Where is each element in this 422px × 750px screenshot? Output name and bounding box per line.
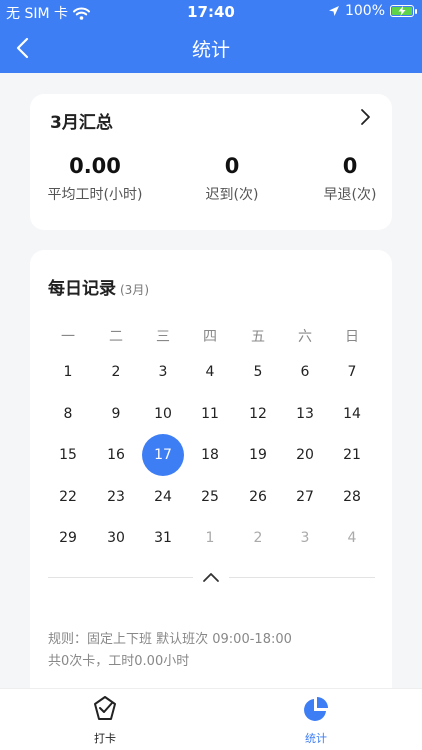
calendar-day[interactable]: 8: [47, 393, 89, 435]
weekday-label: 日: [345, 329, 359, 345]
chevron-right-icon[interactable]: [356, 108, 374, 126]
divider: [229, 577, 375, 578]
weekday-label: 一: [61, 329, 75, 345]
stat-label: 早退(次): [323, 187, 377, 203]
divider: [48, 577, 193, 578]
calendar-day[interactable]: 23: [95, 476, 137, 518]
battery-percent: 100%: [344, 3, 385, 19]
calendar-day[interactable]: 7: [331, 351, 373, 393]
pie-chart-icon: [304, 697, 328, 721]
calendar-day[interactable]: 14: [331, 393, 373, 435]
calendar-day[interactable]: 26: [237, 476, 279, 518]
stat-label: 平均工时(小时): [47, 187, 143, 203]
punch-summary-text: 共0次卡，工时0.00小时: [48, 654, 190, 669]
monthly-summary-card: 3月汇总 0.00 平均工时(小时) 0 迟到(次) 0 早退(次): [30, 94, 392, 230]
calendar-day[interactable]: 5: [237, 351, 279, 393]
calendar-day[interactable]: 19: [237, 434, 279, 476]
calendar-day[interactable]: 30: [95, 517, 137, 559]
calendar-day[interactable]: 31: [142, 517, 184, 559]
stat-value: 0.00: [69, 154, 121, 178]
calendar-day[interactable]: 11: [189, 393, 231, 435]
location-arrow-icon: [328, 6, 339, 16]
summary-title: 3月汇总: [50, 113, 113, 133]
page-title: 统计: [191, 39, 230, 61]
daily-title-text: 每日记录: [48, 279, 116, 299]
calendar-day[interactable]: 20: [284, 434, 326, 476]
calendar-day[interactable]: 4: [189, 351, 231, 393]
calendar-day[interactable]: 12: [237, 393, 279, 435]
calendar-day[interactable]: 21: [331, 434, 373, 476]
calendar-day[interactable]: 28: [331, 476, 373, 518]
weekday-label: 二: [109, 329, 123, 345]
status-bar: 无 SIM 卡 17:40 100%: [0, 0, 422, 24]
calendar-day[interactable]: 18: [189, 434, 231, 476]
daily-title: 每日记录 (3月): [48, 274, 149, 299]
calendar-day[interactable]: 16: [95, 434, 137, 476]
calendar-day[interactable]: 27: [284, 476, 326, 518]
tab-punch[interactable]: 打卡: [55, 695, 155, 746]
status-right: 100%: [328, 3, 417, 19]
calendar-day[interactable]: 6: [284, 351, 326, 393]
calendar-day-next-month[interactable]: 2: [237, 517, 279, 559]
calendar-day[interactable]: 22: [47, 476, 89, 518]
daily-record-card: 每日记录 (3月) 一二三四五六日 1 2 3 4 5 6 7 8 9 10 11 12 13 14 15 16 1…: [30, 250, 392, 710]
tab-label: 打卡: [94, 732, 116, 745]
weekday-label: 五: [251, 329, 265, 345]
weekday-label: 六: [298, 329, 312, 345]
calendar-day[interactable]: 10: [142, 393, 184, 435]
battery-icon: [390, 5, 417, 17]
calendar-day[interactable]: 9: [95, 393, 137, 435]
calendar-day-next-month[interactable]: 4: [331, 517, 373, 559]
stat-label: 迟到(次): [205, 187, 259, 203]
tab-label: 统计: [305, 732, 327, 745]
weekday-label: 三: [156, 329, 170, 345]
stat-value: 0: [224, 154, 240, 178]
weekday-label: 四: [203, 329, 217, 345]
calendar-day[interactable]: 29: [47, 517, 89, 559]
calendar-day-next-month[interactable]: 1: [189, 517, 231, 559]
chevron-up-icon[interactable]: [201, 569, 221, 585]
calendar-day[interactable]: 24: [142, 476, 184, 518]
stat-late: 0 迟到(次): [172, 154, 292, 204]
calendar-day[interactable]: 13: [284, 393, 326, 435]
check-shield-icon: [94, 696, 116, 720]
calendar-day[interactable]: 15: [47, 434, 89, 476]
top-header: 无 SIM 卡 17:40 100% 统计: [0, 0, 422, 73]
calendar-day[interactable]: 25: [189, 476, 231, 518]
stat-value: 0: [342, 154, 358, 178]
calendar-day[interactable]: 2: [95, 351, 137, 393]
tab-statistics[interactable]: 统计: [266, 695, 366, 746]
stat-early-leave: 0 早退(次): [290, 154, 410, 204]
calendar-day[interactable]: 3: [142, 351, 184, 393]
calendar-day-next-month[interactable]: 3: [284, 517, 326, 559]
stat-avg-hours: 0.00 平均工时(小时): [35, 154, 155, 204]
bottom-tab-bar: 打卡 统计: [0, 688, 422, 750]
daily-subtitle: (3月): [120, 283, 149, 297]
rule-text: 规则：固定上下班 默认班次 09:00-18:00: [48, 632, 292, 647]
calendar-day[interactable]: 1: [47, 351, 89, 393]
calendar-day-selected[interactable]: 17: [142, 434, 184, 476]
